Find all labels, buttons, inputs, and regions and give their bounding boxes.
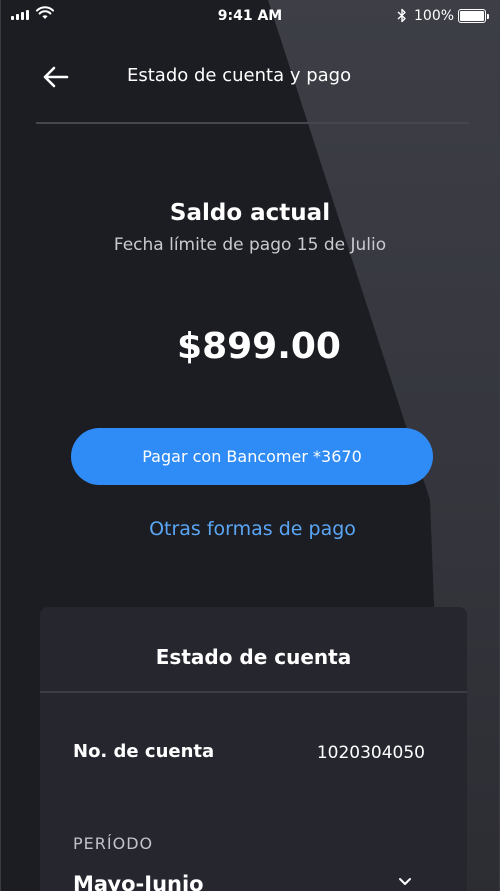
card-divider (40, 691, 467, 693)
chevron-down-icon[interactable] (398, 877, 412, 887)
bluetooth-icon (397, 8, 406, 23)
header-divider (36, 122, 469, 124)
period-select-value[interactable]: Mayo-Junio (73, 872, 204, 891)
battery-percent: 100% (414, 8, 455, 24)
other-payment-methods-link[interactable]: Otras formas de pago (0, 518, 500, 540)
page-title: Estado de cuenta y pago (127, 65, 352, 86)
back-arrow-icon (43, 66, 69, 88)
app-header: Estado de cuenta y pago (0, 55, 500, 99)
status-bar: 9:41 AM 100% (0, 0, 500, 32)
pay-with-bancomer-button[interactable]: Pagar con Bancomer *3670 (71, 428, 433, 485)
back-button[interactable] (38, 63, 72, 91)
account-number-value: 1020304050 (316, 743, 425, 763)
battery-icon (458, 9, 489, 23)
balance-amount: $899.00 (177, 326, 341, 367)
balance-title: Saldo actual (169, 200, 331, 226)
statement-title: Estado de cuenta (155, 645, 352, 669)
due-date-text: Fecha límite de pago 15 de Julio (113, 235, 387, 255)
account-number-label: No. de cuenta (73, 741, 215, 762)
statement-card: Estado de cuenta No. de cuenta 102030405… (40, 607, 467, 891)
period-label: PERÍODO (73, 834, 154, 853)
